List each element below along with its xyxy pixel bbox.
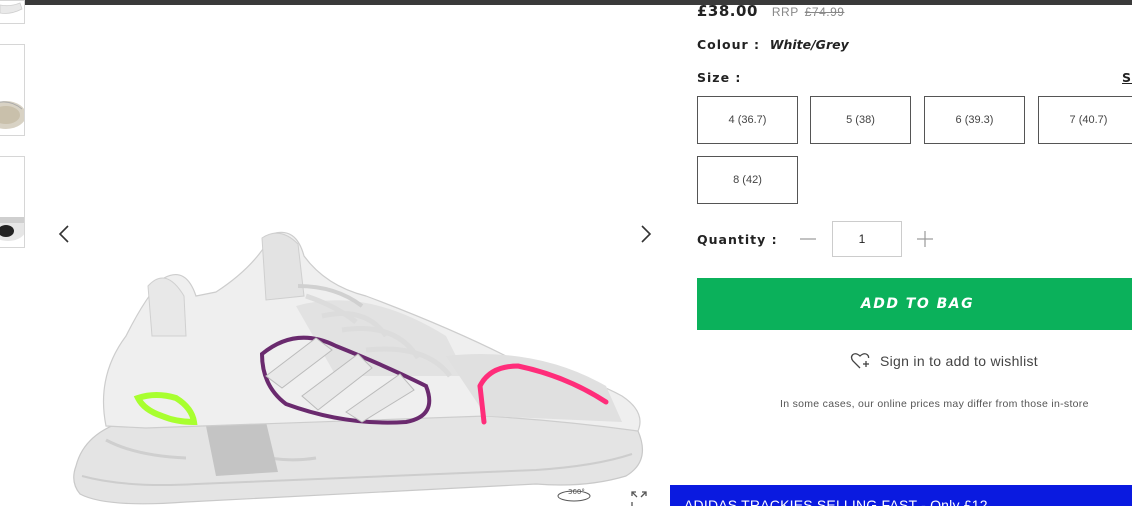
- wishlist-link[interactable]: Sign in to add to wishlist: [850, 352, 1038, 370]
- plus-icon: [917, 231, 933, 247]
- add-to-bag-button[interactable]: ADD TO BAG: [697, 278, 1132, 330]
- rrp-label: RRP: [771, 5, 799, 19]
- size-option[interactable]: 4 (36.7): [697, 96, 798, 144]
- size-option[interactable]: 6 (39.3): [924, 96, 1025, 144]
- quantity-label: Quantity :: [697, 232, 778, 247]
- thumbnail-3[interactable]: [0, 156, 25, 248]
- size-option[interactable]: 8 (42): [697, 156, 798, 204]
- size-label: Size :: [697, 70, 742, 85]
- heart-plus-icon: [850, 353, 870, 369]
- thumbnail-2[interactable]: [0, 44, 25, 136]
- product-price: £38.00: [697, 2, 758, 20]
- product-page: 360° £38.00 RRP £74.99 Colour : White/Gr…: [0, 0, 1132, 506]
- minus-icon: [800, 238, 816, 240]
- size-option[interactable]: 5 (38): [810, 96, 911, 144]
- expand-icon: [631, 491, 647, 506]
- colour-value: White/Grey: [769, 37, 849, 52]
- quantity-increase-button[interactable]: [916, 230, 934, 248]
- promo-text: ADIDAS TRACKIES SELLING FAST - Only £12: [684, 497, 988, 506]
- colour-label: Colour :: [697, 37, 761, 52]
- quantity-decrease-button[interactable]: [799, 230, 817, 248]
- quantity-input[interactable]: [832, 221, 902, 257]
- product-image: [73, 231, 644, 505]
- price-disclaimer: In some cases, our online prices may dif…: [780, 398, 1089, 410]
- view-360-button[interactable]: 360°: [556, 486, 596, 506]
- colour-row: Colour : White/Grey: [697, 37, 849, 52]
- size-option[interactable]: 7 (40.7): [1038, 96, 1132, 144]
- thumbnail-1[interactable]: [0, 0, 25, 24]
- top-bar: [0, 0, 1132, 5]
- price-row: £38.00 RRP £74.99: [697, 2, 844, 22]
- size-guide-link[interactable]: Size Guide: [1122, 70, 1132, 85]
- expand-image-button[interactable]: [630, 490, 648, 506]
- wishlist-label: Sign in to add to wishlist: [880, 353, 1038, 369]
- svg-text:360°: 360°: [568, 488, 585, 496]
- rrp-price: £74.99: [804, 5, 845, 19]
- promo-banner[interactable]: ADIDAS TRACKIES SELLING FAST - Only £12: [670, 485, 1132, 506]
- view-360-icon: 360°: [557, 488, 591, 502]
